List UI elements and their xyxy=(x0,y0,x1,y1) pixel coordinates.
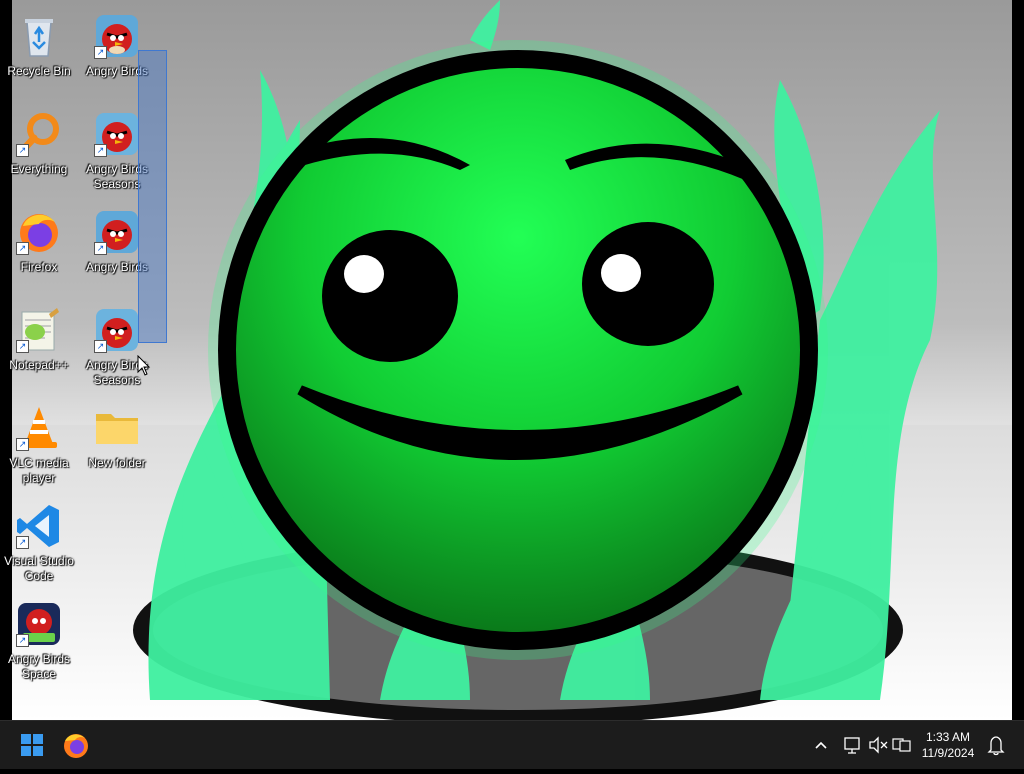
desktop-icon-label: Recycle Bin xyxy=(7,64,71,78)
taskbar-firefox-button[interactable] xyxy=(56,725,96,765)
input-language-icon xyxy=(892,738,911,752)
desktop-icon-label: VLC media player xyxy=(9,456,69,485)
shortcut-arrow-icon: ↗ xyxy=(16,340,29,353)
clock-date: 11/9/2024 xyxy=(921,746,975,760)
mouse-pointer-icon xyxy=(137,355,151,376)
desktop-icon-firefox[interactable]: ↗ Firefox xyxy=(1,204,77,300)
desktop-icon-angry-birds-space[interactable]: ↗ Angry Birds Space xyxy=(1,596,77,692)
shortcut-arrow-icon: ↗ xyxy=(16,144,29,157)
taskbar: 1:33 AM 11/9/2024 xyxy=(0,720,1024,769)
desktop-icon-everything[interactable]: ↗ Everything xyxy=(1,106,77,202)
desktop-icon-label: Everything xyxy=(10,162,68,176)
tray-network-button[interactable] xyxy=(840,721,864,769)
desktop[interactable]: Recycle Bin ↗ Angry Birds ↗ Everything ↗… xyxy=(0,0,1024,720)
recycle-bin-icon xyxy=(15,12,63,60)
network-icon xyxy=(844,737,860,754)
shortcut-arrow-icon: ↗ xyxy=(94,46,107,59)
desktop-icon-new-folder[interactable]: New folder xyxy=(79,400,155,496)
desktop-icon-label: Notepad++ xyxy=(9,358,69,372)
shortcut-arrow-icon: ↗ xyxy=(16,536,29,549)
desktop-icon-label: Angry Birds Space xyxy=(7,652,71,681)
tray-notification-button[interactable] xyxy=(984,721,1008,769)
selection-rectangle xyxy=(138,50,167,343)
desktop-icon-recycle-bin[interactable]: Recycle Bin xyxy=(1,8,77,104)
taskbar-clock[interactable]: 1:33 AM 11/9/2024 xyxy=(916,729,980,761)
chevron-up-icon xyxy=(815,741,827,749)
shortcut-arrow-icon: ↗ xyxy=(16,438,29,451)
volume-muted-icon xyxy=(869,736,888,754)
desktop-icon-label: Visual Studio Code xyxy=(4,554,74,583)
shortcut-arrow-icon: ↗ xyxy=(16,242,29,255)
desktop-icon-label: New folder xyxy=(88,456,146,470)
desktop-icon-notepad-plus-plus[interactable]: ↗ Notepad++ xyxy=(1,302,77,398)
shortcut-arrow-icon: ↗ xyxy=(94,242,107,255)
shortcut-arrow-icon: ↗ xyxy=(16,634,29,647)
desktop-icon-vlc[interactable]: ↗ VLC media player xyxy=(1,400,77,496)
tray-language-button[interactable] xyxy=(890,721,914,769)
windows-start-icon xyxy=(21,734,43,756)
notification-bell-icon xyxy=(987,736,1005,756)
desktop-icon-label: Firefox xyxy=(20,260,58,274)
desktop-icon-vscode[interactable]: ↗ Visual Studio Code xyxy=(1,498,77,594)
tray-chevron-button[interactable] xyxy=(808,721,834,769)
clock-time: 1:33 AM xyxy=(925,730,971,744)
start-button[interactable] xyxy=(12,725,52,765)
folder-icon xyxy=(93,404,141,452)
shortcut-arrow-icon: ↗ xyxy=(94,340,107,353)
shortcut-arrow-icon: ↗ xyxy=(94,144,107,157)
tray-volume-button[interactable] xyxy=(866,721,890,769)
screen-edge-right xyxy=(1012,0,1024,720)
firefox-icon xyxy=(64,734,88,758)
